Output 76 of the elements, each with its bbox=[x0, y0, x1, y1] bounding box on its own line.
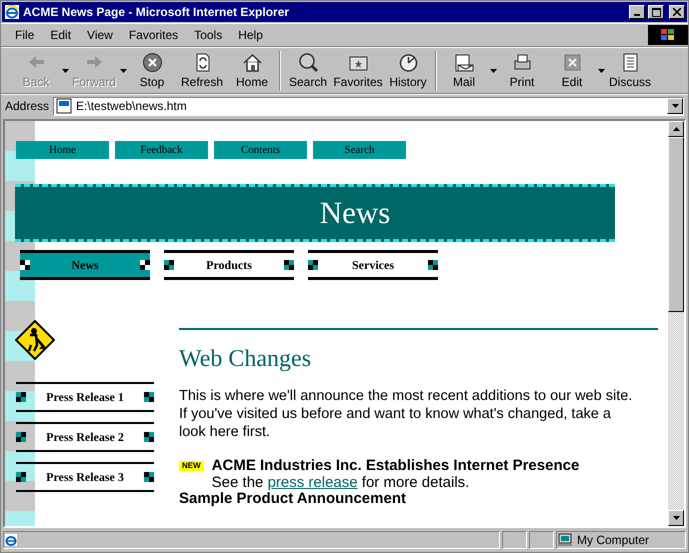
checker-icon bbox=[20, 260, 30, 270]
nav-tab[interactable]: Services bbox=[308, 250, 438, 280]
toolbar-button[interactable]: History bbox=[383, 52, 433, 89]
browser-logo-icon bbox=[4, 533, 18, 547]
toolbar-button[interactable]: Mail bbox=[439, 52, 489, 89]
toolbar-button[interactable]: Search bbox=[283, 52, 333, 89]
down-triangle-icon bbox=[672, 516, 680, 520]
toolbar-button[interactable]: Discuss bbox=[605, 52, 655, 89]
nav-button[interactable]: Feedback bbox=[115, 141, 208, 159]
checker-icon bbox=[284, 260, 294, 270]
zone-label: My Computer bbox=[577, 533, 650, 547]
checker-icon bbox=[16, 392, 26, 402]
checker-icon bbox=[16, 472, 26, 482]
checker-icon bbox=[164, 260, 174, 270]
menu-item[interactable]: View bbox=[81, 28, 119, 42]
dropdown-button[interactable] bbox=[667, 98, 683, 114]
browser-logo-icon bbox=[4, 4, 20, 20]
down-triangle-icon bbox=[672, 104, 678, 108]
stop-icon bbox=[142, 52, 162, 73]
envelope-icon bbox=[454, 52, 474, 73]
toolbar-button[interactable]: Favorites bbox=[333, 52, 383, 89]
menu-item[interactable]: Tools bbox=[188, 28, 228, 42]
window-title: ACME News Page - Microsoft Internet Explorer bbox=[23, 5, 290, 19]
checker-icon bbox=[144, 432, 154, 442]
banner-title: News bbox=[318, 195, 390, 231]
news-title: Sample Product Announcement bbox=[179, 491, 407, 507]
up-triangle-icon bbox=[672, 127, 680, 131]
construction-sign-icon bbox=[15, 320, 55, 360]
status-panel bbox=[529, 531, 554, 549]
section-heading: Web Changes bbox=[179, 346, 312, 373]
maximize-button[interactable] bbox=[648, 5, 664, 19]
sidebar-link[interactable]: Press Release 2 bbox=[16, 422, 154, 452]
intro-paragraph: This is where we'll announce the most recent additions to our web site. If you've visited us before and want to know what's changed, take a look here first. bbox=[179, 387, 634, 441]
sidebar-link[interactable]: Press Release 3 bbox=[16, 462, 154, 492]
toolbar-button[interactable]: Refresh bbox=[177, 52, 227, 89]
status-panel bbox=[502, 531, 527, 549]
sidebar-link[interactable]: Press Release 1 bbox=[16, 382, 154, 412]
new-badge: NEW bbox=[179, 461, 204, 471]
toolbar-button[interactable]: Edit bbox=[547, 52, 597, 89]
scroll-down-button[interactable] bbox=[668, 510, 684, 526]
checker-icon bbox=[144, 392, 154, 402]
address-field[interactable]: E:\testweb\news.htm bbox=[53, 96, 684, 116]
checker-icon bbox=[16, 432, 26, 442]
toolbar-button[interactable]: Home bbox=[227, 52, 277, 89]
close-button[interactable] bbox=[669, 5, 685, 19]
close-icon bbox=[673, 8, 681, 16]
nav-button[interactable]: Home bbox=[16, 141, 109, 159]
clock-icon bbox=[398, 52, 418, 73]
dropdown-arrow-icon[interactable] bbox=[597, 68, 605, 72]
news-detail: See the press release for more details. bbox=[212, 474, 470, 491]
toolbar-button[interactable]: Print bbox=[497, 52, 547, 89]
search-icon bbox=[298, 52, 318, 73]
scroll-up-button[interactable] bbox=[668, 121, 684, 137]
page-icon bbox=[56, 98, 72, 114]
nav-tab[interactable]: News bbox=[20, 250, 150, 280]
checker-icon bbox=[428, 260, 438, 270]
minimize-button[interactable] bbox=[629, 5, 645, 19]
dropdown-arrow-icon[interactable] bbox=[489, 68, 497, 72]
maximize-icon bbox=[652, 8, 660, 16]
nav-button[interactable]: Contents bbox=[214, 141, 307, 159]
news-title: ACME Industries Inc. Establishes Internet Presence bbox=[212, 457, 580, 474]
checker-icon bbox=[140, 260, 150, 270]
menu-item[interactable]: Favorites bbox=[122, 28, 184, 42]
press-release-link[interactable]: press release bbox=[268, 474, 358, 491]
scrollbar[interactable] bbox=[668, 121, 684, 526]
address-label: Address bbox=[5, 99, 50, 113]
house-icon bbox=[242, 52, 262, 73]
nav-tab[interactable]: Products bbox=[164, 250, 294, 280]
menu-item[interactable]: File bbox=[9, 28, 40, 42]
scroll-thumb[interactable] bbox=[668, 137, 684, 312]
toolbar-button[interactable]: Stop bbox=[127, 52, 177, 89]
nav-button[interactable]: Search bbox=[313, 141, 406, 159]
menu-item[interactable]: Help bbox=[232, 28, 269, 42]
menu-item[interactable]: Edit bbox=[44, 28, 78, 42]
checker-icon bbox=[144, 472, 154, 482]
checker-icon bbox=[308, 260, 318, 270]
